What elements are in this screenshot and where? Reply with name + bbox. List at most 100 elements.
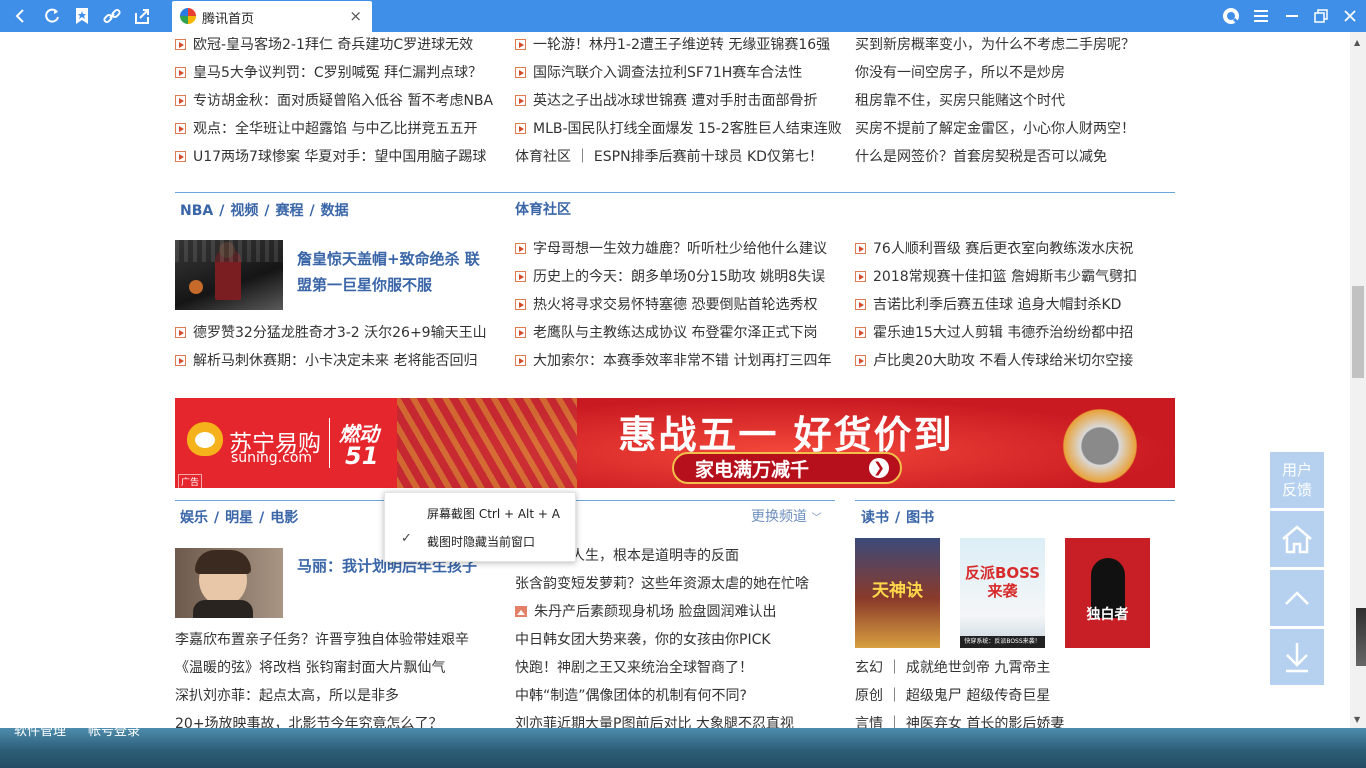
news-link[interactable]: 解析马刺休赛期：小卡决定未来 老将能否回归 [175,347,505,375]
news-col-2: 一轮游！林丹1-2遭王子维逆转 无缘亚锦赛16强 国际汽联介入调查法拉利SF71… [515,32,845,171]
community-title[interactable]: 体育社区 [515,199,571,219]
restore-icon[interactable] [1309,4,1333,28]
ad-subtitle: 家电满万减千 [695,459,810,481]
video-icon [855,299,866,310]
news-link[interactable]: 朱丹产后素颜现身机场 脸盘圆润难认出 [515,598,845,626]
book-cover[interactable]: 天神诀 [855,538,940,648]
nav-nba[interactable]: NBA [180,203,213,219]
news-link[interactable]: 大加索尔：本赛季效率非常不错 计划再打三四年 [515,347,845,375]
news-link[interactable]: MLB-国民队打线全面爆发 15-2客胜巨人结束连败 [515,115,845,143]
news-link[interactable]: 吉诺比利季后赛五佳球 追身大帽封杀KD [855,291,1175,319]
page-content: 欧冠-皇马客场2-1拜仁 奇兵建功C罗进球无效 皇马5大争议判罚：C罗别喊冤 拜… [0,32,1350,728]
news-link[interactable]: U17两场7球惨案 华夏对手：望中国用脑子踢球 [175,143,505,171]
home-button[interactable] [1270,511,1324,567]
news-link[interactable]: 欧冠-皇马客场2-1拜仁 奇兵建功C罗进球无效 [175,32,505,59]
news-link[interactable]: 观点：全华班让中超露馅 与中乙比拼竞五五开 [175,115,505,143]
scroll-down-arrow-icon[interactable]: ▼ [1354,715,1360,724]
news-link[interactable]: 中日韩女团大势来袭，你的女孩由你PICK [515,626,845,654]
news-link[interactable]: 深扒刘亦菲：起点太高，所以是非多 [175,682,505,710]
news-link[interactable]: 历史上的今天：朗多单场0分15助攻 姚明8失误 [515,263,845,291]
news-link[interactable]: 你没有一间空房子，所以不是炒房 [855,59,1175,87]
news-link[interactable]: 张含韵变短发萝莉？这些年资源太虐的她在忙啥 [515,570,845,598]
news-link[interactable]: 字母哥想一生效力雄鹿？听听杜少给他什么建议 [515,235,845,263]
book-cover[interactable]: 独白者 [1065,538,1150,648]
news-link[interactable]: 国际汽联介入调查法拉利SF71H赛车合法性 [515,59,845,87]
taskbar-software-manager[interactable]: 软件管理 [14,720,66,739]
close-window-icon[interactable] [1338,4,1362,28]
video-icon [515,243,526,254]
news-link[interactable]: 快跑！神剧之王又来统治全球智商了！ [515,654,845,682]
news-link[interactable]: 租房靠不住，买房只能赌这个时代 [855,87,1175,115]
suning-lion-icon [187,422,223,456]
ad-tag: 广告 [178,474,203,488]
qq-browser-icon[interactable] [1219,4,1243,28]
link-icon[interactable] [100,4,124,28]
news-link[interactable]: 体育社区 ｜ ESPN排季后赛前十球员 KD仅第七！ [515,143,845,171]
feedback-button[interactable]: 用户反馈 [1270,452,1324,508]
menu-item-hide-window[interactable]: 截图时隐藏当前窗口 [427,533,535,550]
nav-reading[interactable]: 读书 [861,510,889,526]
bookmark-icon[interactable] [70,4,94,28]
tab-close-icon[interactable]: × [349,7,362,25]
ent-left-list: 李嘉欣布置亲子任务？许晋亨独自体验带娃艰辛 《温暖的弦》将改档 张钧甯封面大片飘… [175,626,505,728]
book-cover[interactable]: 反派BOSS来袭 快穿系统：反派BOSS来袭！ [960,538,1045,648]
scrollbar-thumb[interactable] [1352,286,1364,378]
book-link[interactable]: 玄幻 ｜ 成就绝世剑帝 九霄帝主 [855,654,1175,682]
news-link[interactable]: 2018常规赛十佳扣篮 詹姆斯韦少霸气劈扣 [855,263,1175,291]
ent-mid-list: 真实想的人生，根本是道明寺的反面 张含韵变短发萝莉？这些年资源太虐的她在忙啥 朱… [515,542,845,728]
news-link[interactable]: 德罗赞32分猛龙胜奇才3-2 沃尔26+9输天王山 [175,319,505,347]
scroll-top-button[interactable] [1270,570,1324,626]
taskbar-account-login[interactable]: 帐号登录 [88,720,140,739]
nav-data[interactable]: 数据 [321,203,349,219]
menu-icon[interactable] [1249,4,1273,28]
nav-video[interactable]: 视频 [230,203,258,219]
suning-ad-banner[interactable]: 苏宁易购 suning.com 燃动 51 广告 惠战五一 好货价到 家电满万减… [175,398,1175,488]
news-link[interactable]: 老鹰队与主教练达成协议 布登霍尔泽正式下岗 [515,319,845,347]
back-icon[interactable] [8,4,32,28]
news-link[interactable]: 20+场放映事故，北影节今年究竟怎么了？ [175,710,505,728]
nav-movies[interactable]: 电影 [270,510,298,526]
minimize-icon[interactable] [1280,4,1304,28]
home-icon [1282,525,1312,554]
news-link[interactable]: 《温暖的弦》将改档 张钧甯封面大片飘仙气 [175,654,505,682]
news-link[interactable]: 中韩“制造”偶像团体的机制有何不同? [515,682,845,710]
share-icon[interactable] [130,4,154,28]
video-icon [515,95,526,106]
menu-item-screenshot[interactable]: 屏幕截图 Ctrl + Alt + A [427,505,560,522]
news-link[interactable]: 刘亦菲近期大量P图前后对比 大象腿不忍直视 [515,710,845,728]
news-link[interactable]: 专访胡金秋：面对质疑曾陷入低谷 暂不考虑NBA [175,87,505,115]
ad-brand-en: suning.com [231,450,313,466]
ent-feature-thumbnail[interactable] [175,548,283,618]
news-link[interactable]: 英达之子出战冰球世锦赛 遭对手肘击面部骨折 [515,87,845,115]
nav-schedule[interactable]: 赛程 [275,203,303,219]
book-link[interactable]: 言情 ｜ 神医弃女 首长的影后娇妻 [855,710,1175,728]
news-link[interactable]: 热火将寻求交易怀特塞德 恐要倒贴首轮选秀权 [515,291,845,319]
news-link[interactable]: 卢比奥20大助攻 不看人传球给米切尔空接 [855,347,1175,375]
nav-stars[interactable]: 明星 [225,510,253,526]
video-icon [175,39,186,50]
nba-feature-headline[interactable]: 詹皇惊天盖帽+致命绝杀 联盟第一巨星你服不服 [297,246,487,298]
news-link[interactable]: 皇马5大争议判罚：C罗别喊冤 拜仁漏判点球？ [175,59,505,87]
books-list: 玄幻 ｜ 成就绝世剑帝 九霄帝主 原创 ｜ 超级鬼尸 超级传奇巨星 言情 ｜ 神… [855,654,1175,728]
news-link[interactable]: 76人顺利晋级 赛后更衣室向教练泼水庆祝 [855,235,1175,263]
nav-entertainment[interactable]: 娱乐 [180,510,208,526]
refresh-icon[interactable] [40,4,64,28]
news-link[interactable]: 买房不提前了解定金雷区，小心你人财两空！ [855,115,1175,143]
book-link[interactable]: 原创 ｜ 超级鬼尸 超级传奇巨星 [855,682,1175,710]
nav-books[interactable]: 图书 [906,510,934,526]
news-link[interactable]: 霍乐迪15大过人剪辑 韦德乔治纷纷都中招 [855,319,1175,347]
nba-feature-thumbnail[interactable] [175,240,283,310]
video-icon [515,123,526,134]
video-icon [515,327,526,338]
news-link[interactable]: 买到新房概率变小，为什么不考虑二手房呢？ [855,32,1175,59]
news-link[interactable]: 李嘉欣布置亲子任务？许晋亨独自体验带娃艰辛 [175,626,505,654]
change-channel-button[interactable]: 更换频道 ﹀ [751,506,821,526]
scroll-bottom-button[interactable] [1270,629,1324,685]
news-link[interactable]: 什么是网签价？首套房契税是否可以减免 [855,143,1175,171]
scroll-up-arrow-icon[interactable]: ▲ [1354,38,1360,47]
nba-right-list: 76人顺利晋级 赛后更衣室向教练泼水庆祝 2018常规赛十佳扣篮 詹姆斯韦少霸气… [855,235,1175,375]
news-col-3: 买到新房概率变小，为什么不考虑二手房呢？ 你没有一间空房子，所以不是炒房 租房靠… [855,32,1175,171]
tab-tencent[interactable]: 腾讯首页 × [172,1,372,32]
video-icon [855,271,866,282]
news-link[interactable]: 一轮游！林丹1-2遭王子维逆转 无缘亚锦赛16强 [515,32,845,59]
